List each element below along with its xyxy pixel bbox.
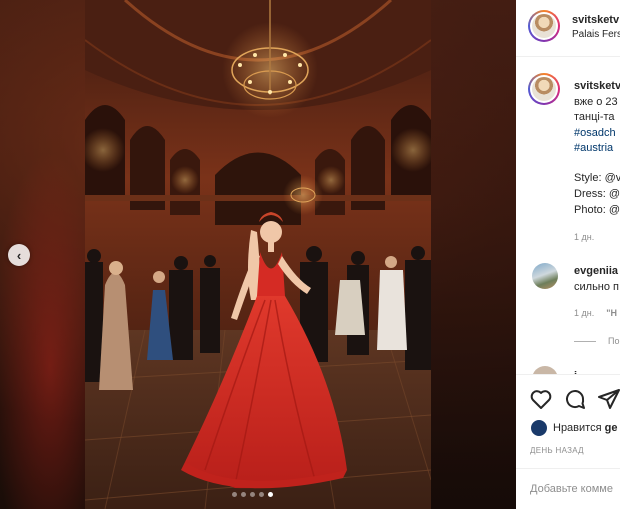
carousel-dot [259, 492, 264, 497]
comment-input[interactable] [530, 480, 620, 498]
previous-photo-button[interactable]: ‹ [8, 244, 30, 266]
carousel-dot [250, 492, 255, 497]
backdrop-right-shade [430, 0, 520, 509]
author-username[interactable]: svitsketv [572, 14, 619, 26]
likes-row[interactable]: Нравится ge [530, 419, 617, 437]
caption-credit: Style: @v [574, 172, 620, 184]
comment-meta: 1 дн. "Н [574, 308, 617, 318]
carousel-dot [241, 492, 246, 497]
add-comment-area [516, 468, 620, 509]
carousel-dot-active [268, 492, 273, 497]
caption-line: вже о 23 [574, 96, 618, 108]
post-actions: Нравится ge ДЕНЬ НАЗАД [516, 374, 620, 509]
caption-credit: Dress: @ [574, 188, 620, 200]
hashtag-link[interactable]: #austria [574, 142, 613, 154]
likes-text: Нравится ge [553, 422, 617, 434]
post-header: svitsketv Palais Fers [516, 0, 620, 57]
caption-credit: Photo: @ [574, 204, 620, 216]
post-location[interactable]: Palais Fers [572, 29, 620, 40]
author-avatar[interactable] [528, 10, 560, 42]
heart-icon[interactable] [529, 387, 553, 411]
hashtag-link[interactable]: #osadch [574, 127, 616, 139]
post-side-panel: svitsketv Palais Fers svitsketv вже о 23… [516, 0, 620, 509]
comment-bubble-icon[interactable] [563, 387, 587, 411]
caption-avatar[interactable] [528, 73, 560, 105]
carousel-indicator [232, 492, 273, 497]
commenter-avatar[interactable] [532, 263, 558, 289]
likes-label: Нравится [553, 422, 602, 434]
caption-line: танці-та [574, 111, 615, 123]
chevron-left-icon: ‹ [16, 247, 22, 263]
ballroom-scene [85, 0, 431, 509]
post-photo[interactable] [85, 0, 431, 509]
comment-username[interactable]: evgeniia [574, 265, 618, 277]
liker-avatar [530, 419, 548, 437]
comment-text: сильно п [574, 281, 619, 293]
comment-time: 1 дн. [574, 308, 595, 318]
paper-plane-icon[interactable] [597, 387, 620, 411]
view-replies-button[interactable]: По [574, 336, 619, 346]
caption-time: 1 дн. [574, 232, 595, 242]
carousel-dot [232, 492, 237, 497]
likes-user[interactable]: ge [605, 422, 618, 434]
post-date: ДЕНЬ НАЗАД [530, 446, 584, 455]
comment-reply-label[interactable]: "Н [606, 308, 617, 318]
divider-line [574, 341, 596, 343]
caption-username[interactable]: svitsketv [574, 80, 620, 92]
view-replies-label: По [608, 336, 620, 346]
